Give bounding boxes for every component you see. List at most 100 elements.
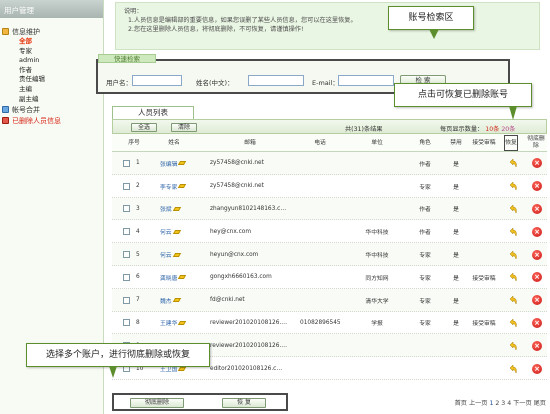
delete-icon[interactable]: ×: [532, 158, 542, 169]
sidebar-item-deputy-editor[interactable]: 副主编: [0, 95, 103, 105]
row-disabled-cell: 是: [453, 298, 459, 305]
page-size-20[interactable]: 20条: [501, 126, 515, 133]
row-no-cell: 2: [136, 183, 140, 190]
name-label: 姓名(中文)：: [196, 79, 234, 87]
row-disabled-cell: 是: [453, 184, 459, 191]
row-checkbox[interactable]: [122, 159, 130, 167]
restore-icon[interactable]: [508, 341, 518, 351]
table-row: 4 何云 hey@cnx.com 华中科技 作者 是 ×: [112, 220, 547, 244]
pager-page-3[interactable]: 3: [501, 400, 505, 407]
pager-page-2[interactable]: 2: [495, 400, 499, 407]
delete-icon[interactable]: ×: [532, 317, 542, 328]
pager-first[interactable]: 首页: [455, 400, 467, 407]
row-name-link[interactable]: 魏杰: [160, 296, 172, 305]
restore-icon[interactable]: [508, 158, 518, 169]
row-restore-cell: [506, 357, 520, 380]
row-checkbox[interactable]: [122, 205, 130, 213]
row-checkbox[interactable]: [122, 251, 130, 259]
edit-pencil-icon[interactable]: [178, 184, 187, 189]
row-restore-cell: [506, 175, 520, 198]
delete-icon[interactable]: ×: [532, 249, 542, 260]
restore-icon[interactable]: [508, 181, 518, 191]
edit-pencil-icon[interactable]: [172, 206, 181, 211]
sidebar-item-all[interactable]: 全部: [0, 37, 103, 47]
row-checkbox[interactable]: [122, 296, 130, 304]
row-restore-cell: [506, 152, 520, 175]
callout-search-area: 账号检索区: [388, 6, 474, 39]
row-delete-cell: ×: [528, 175, 546, 198]
table-header: 序号 姓名 邮箱 电话 单位 角色 禁用 接受审稿 恢复 彻底删除: [112, 134, 547, 152]
edit-pencil-icon[interactable]: [178, 275, 187, 280]
sidebar-section-deleted[interactable]: 已删除人员信息: [0, 115, 103, 126]
row-disabled-cell: 是: [453, 253, 459, 260]
pager-page-1[interactable]: 1: [489, 400, 493, 407]
row-name-link[interactable]: 龚晓唐: [160, 273, 177, 282]
row-disabled-cell: [446, 357, 466, 380]
pager-last[interactable]: 尾页: [534, 400, 546, 407]
edit-pencil-icon[interactable]: [172, 298, 181, 303]
pager-prev[interactable]: 上一页: [469, 400, 488, 407]
sidebar-item-author[interactable]: 作者: [0, 66, 103, 76]
pager-page-4[interactable]: 4: [507, 400, 511, 407]
restore-icon[interactable]: [508, 204, 518, 214]
row-name-link[interactable]: 何云: [160, 227, 172, 236]
username-input[interactable]: [132, 75, 182, 86]
callout-restore: 点击可恢复已删除账号: [394, 83, 532, 120]
email-input[interactable]: [338, 75, 394, 86]
sidebar-section-account-merge[interactable]: 帐号合并: [0, 104, 103, 115]
sidebar-section-info[interactable]: 信息维护: [0, 26, 103, 37]
delete-icon[interactable]: ×: [532, 181, 542, 192]
edit-pencil-icon[interactable]: [172, 229, 181, 234]
page-size-10[interactable]: 10条: [485, 126, 499, 133]
edit-pencil-icon[interactable]: [178, 161, 187, 166]
row-email-cell: zhangyun8102148163.c…: [210, 205, 287, 212]
row-delete-cell: ×: [528, 312, 546, 335]
row-name-link[interactable]: 何云: [160, 250, 172, 259]
row-phone-cell: [300, 175, 344, 198]
row-name-link[interactable]: 张斌: [160, 204, 172, 213]
name-input[interactable]: [248, 75, 304, 86]
row-no-cell: 3: [136, 205, 140, 212]
restore-icon[interactable]: [508, 249, 518, 260]
delete-icon[interactable]: ×: [532, 363, 542, 374]
restore-icon[interactable]: [508, 295, 518, 305]
search-tab[interactable]: 快速检索: [98, 54, 156, 63]
row-checkbox[interactable]: [122, 273, 130, 281]
restore-icon[interactable]: [508, 363, 518, 374]
pager-next[interactable]: 下一页: [513, 400, 532, 407]
edit-pencil-icon[interactable]: [172, 252, 181, 257]
delete-icon[interactable]: ×: [532, 203, 542, 214]
row-phone-cell: [300, 266, 344, 289]
row-checkbox[interactable]: [122, 182, 130, 190]
delete-icon[interactable]: ×: [532, 295, 542, 306]
row-checkbox[interactable]: [122, 319, 130, 327]
row-phone-cell: [300, 357, 344, 380]
edit-pencil-icon[interactable]: [178, 366, 187, 371]
merge-icon: [2, 106, 9, 114]
sidebar-item-editor[interactable]: 责任编辑: [0, 75, 103, 85]
row-restore-cell: [506, 266, 520, 289]
sidebar-item-admin[interactable]: admin: [0, 56, 103, 66]
delete-icon[interactable]: ×: [532, 340, 542, 351]
row-unit-cell: [348, 152, 406, 175]
restore-icon[interactable]: [508, 272, 518, 283]
sidebar-item-chief-editor[interactable]: 主编: [0, 85, 103, 95]
sidebar-section-deleted-label: 已删除人员信息: [12, 116, 61, 125]
delete-icon[interactable]: ×: [532, 226, 542, 237]
bulk-restore-button[interactable]: 恢 复: [222, 398, 266, 408]
list-tab[interactable]: 人员列表: [112, 106, 194, 119]
clear-button[interactable]: 清除: [171, 123, 197, 132]
delete-icon[interactable]: ×: [532, 272, 542, 283]
restore-icon[interactable]: [508, 227, 518, 237]
select-all-button[interactable]: 全选: [131, 123, 157, 132]
row-name-cell: 魏杰: [160, 289, 196, 312]
bulk-delete-button[interactable]: 彻底删除: [130, 398, 184, 408]
row-name-link[interactable]: 王建华: [160, 318, 177, 327]
edit-pencil-icon[interactable]: [178, 320, 187, 325]
col-role: 角色: [419, 139, 431, 146]
sidebar-item-expert[interactable]: 专家: [0, 47, 103, 57]
row-name-link[interactable]: 李专家: [160, 182, 177, 191]
row-checkbox[interactable]: [122, 228, 130, 236]
row-name-link[interactable]: 张编辑: [160, 159, 177, 168]
restore-icon[interactable]: [508, 318, 518, 328]
